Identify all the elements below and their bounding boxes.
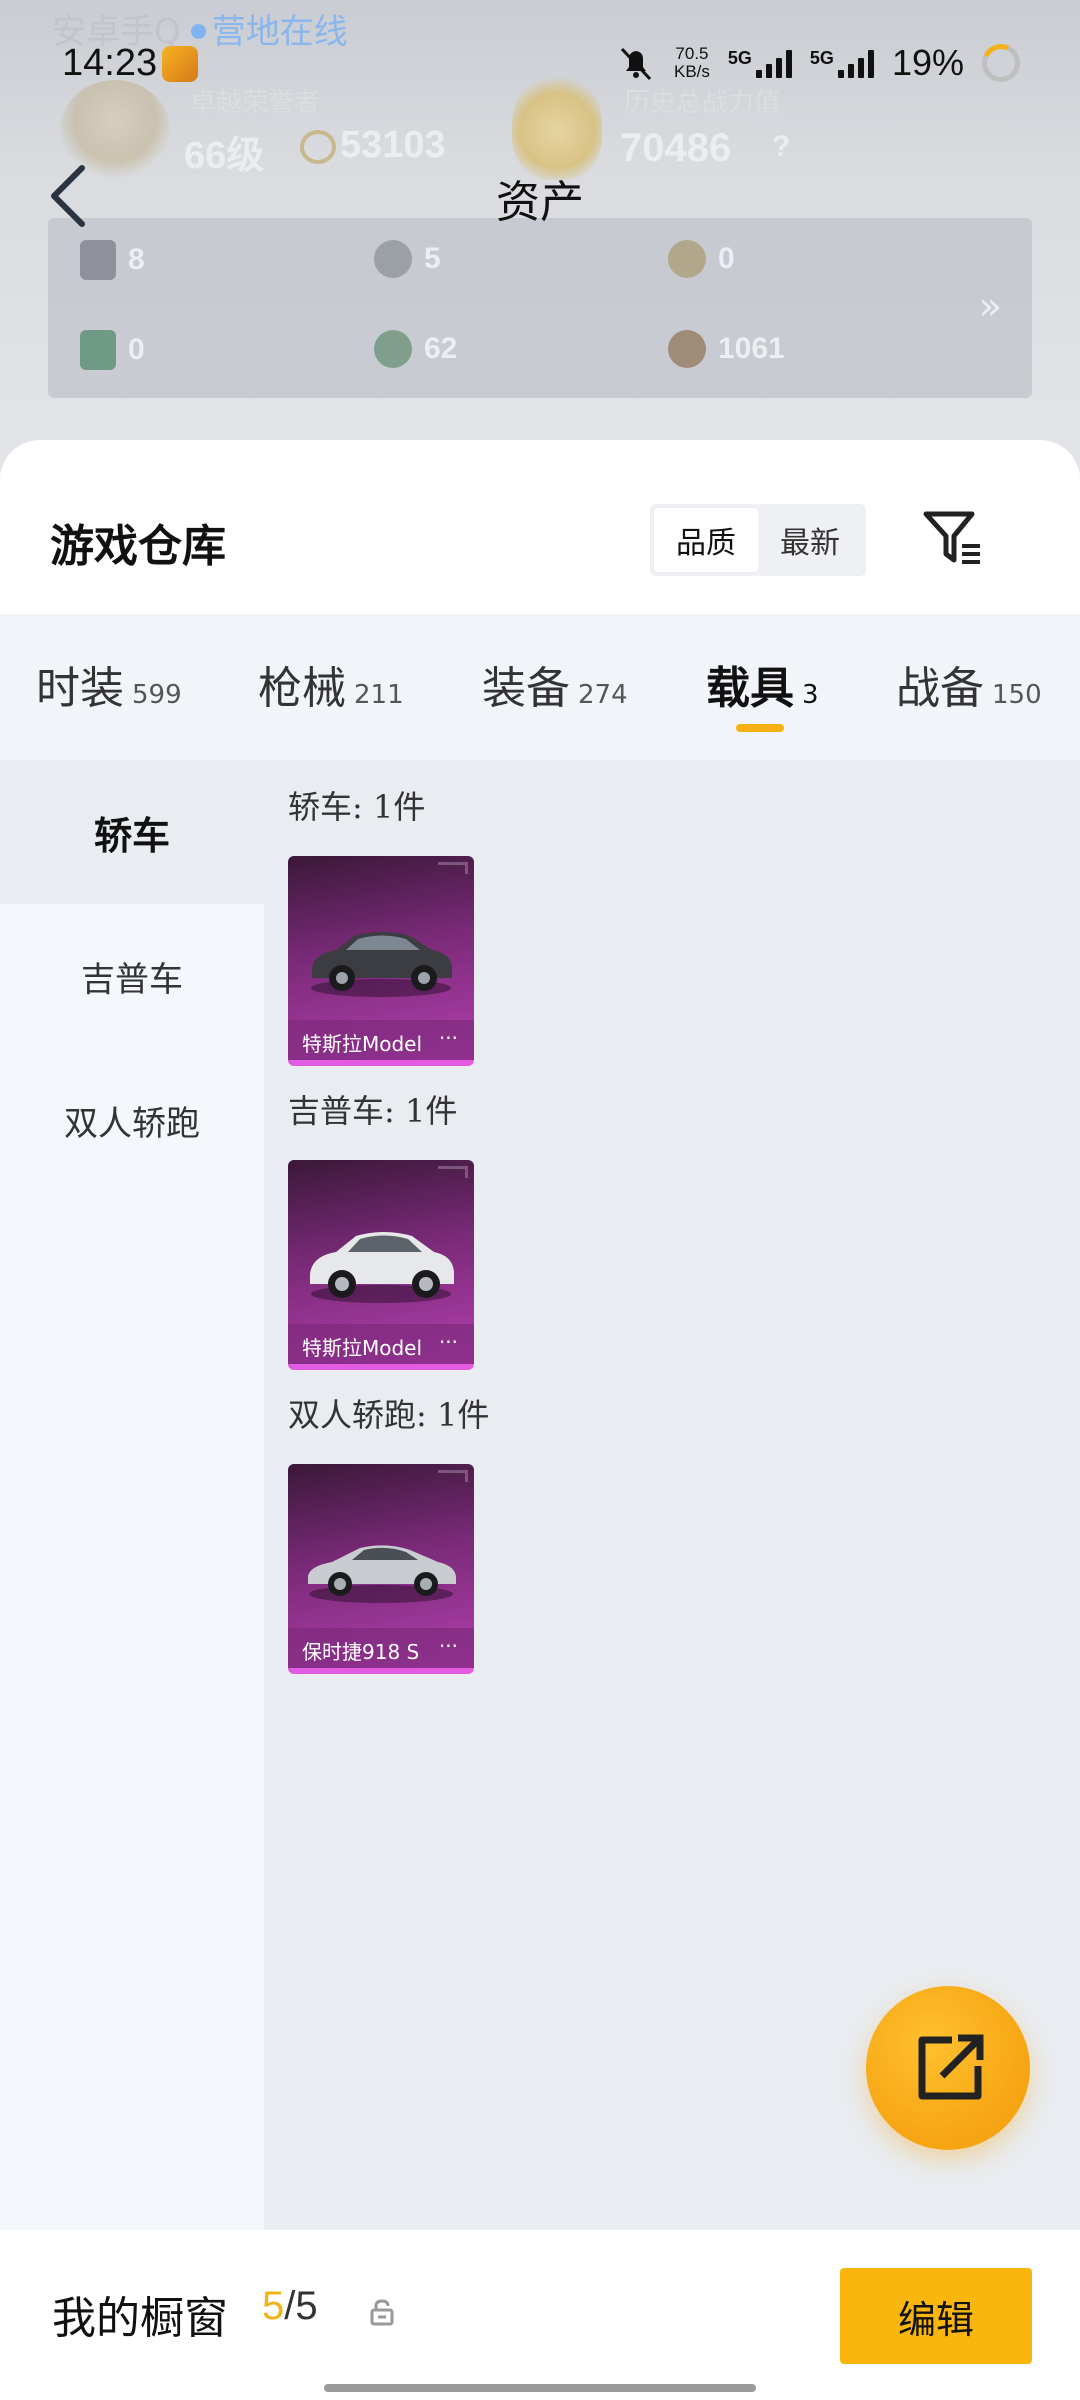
- app-notification-icon: [162, 46, 198, 82]
- asset-item[interactable]: 8: [80, 240, 145, 280]
- gem-icon: [374, 330, 412, 368]
- sort-toggle[interactable]: 品质 最新: [650, 504, 866, 576]
- sort-latest-option[interactable]: 最新: [758, 508, 862, 572]
- home-indicator[interactable]: [324, 2384, 756, 2392]
- net-speed-unit: KB/s: [674, 62, 710, 81]
- tab-count: 274: [578, 680, 628, 710]
- warehouse-title: 游戏仓库: [50, 521, 226, 572]
- group-title-sedan: 轿车: 1件: [288, 788, 426, 826]
- tab-label: 枪械: [258, 663, 346, 714]
- tab-count: 599: [132, 680, 182, 710]
- sidebar-item-jeep[interactable]: 吉普车: [0, 904, 264, 1048]
- battery-icon: [976, 38, 1026, 88]
- tab-label: 时装: [36, 663, 124, 714]
- help-icon[interactable]: ?: [772, 130, 790, 164]
- tab-count: 3: [802, 680, 819, 710]
- tab-fashion[interactable]: 时装 599: [36, 652, 182, 716]
- sim2-network-type: 5G: [809, 48, 834, 68]
- asset-value: 8: [128, 243, 145, 276]
- card-corner-decoration: [438, 1470, 468, 1482]
- sort-quality-option[interactable]: 品质: [654, 508, 758, 572]
- asset-value: 5: [424, 242, 441, 275]
- net-speed-value: 70.5: [675, 44, 709, 63]
- medal-icon: [668, 240, 706, 278]
- system-status-bar: 14:23 70.5 KB/s 5G 5G 19%: [0, 30, 1080, 100]
- car-image-icon: [311, 932, 452, 997]
- battery-percent: 19%: [891, 42, 964, 83]
- vehicle-name: 特斯拉Model: [288, 1324, 474, 1364]
- share-button[interactable]: [866, 1986, 1030, 2150]
- sidebar-item-coupe[interactable]: 双人轿跑: [0, 1048, 264, 1192]
- sim2-signal: 5G: [810, 48, 874, 78]
- tab-label: 战备: [896, 663, 984, 714]
- tab-label: 装备: [482, 663, 570, 714]
- tab-firearms[interactable]: 枪械 211: [258, 652, 404, 716]
- asset-value: 1061: [718, 332, 785, 365]
- card-icon: [80, 240, 116, 280]
- group-title-coupe: 双人轿跑: 1件: [288, 1396, 490, 1434]
- sim1-network-type: 5G: [727, 48, 752, 68]
- share-external-icon: [918, 2034, 984, 2100]
- edit-button[interactable]: 编辑: [840, 2268, 1032, 2364]
- showcase-current: 5: [262, 2284, 285, 2328]
- card-corner-decoration: [438, 1166, 468, 1178]
- rank-points-icon: [300, 130, 336, 164]
- asset-item[interactable]: 1061: [668, 330, 785, 368]
- showcase-total: /5: [284, 2284, 318, 2328]
- asset-value: 62: [424, 332, 458, 365]
- filter-icon[interactable]: [922, 508, 984, 568]
- power-value: 70486: [620, 126, 732, 170]
- page-title: 资产: [496, 177, 584, 228]
- signal-bars-icon: [755, 48, 792, 78]
- signal-bars-icon: [837, 48, 874, 78]
- ticket-icon: [80, 330, 116, 370]
- showcase-title: 我的橱窗: [52, 2293, 228, 2344]
- sim1-signal: 5G: [728, 48, 792, 78]
- tab-battle-prep[interactable]: 战备 150: [896, 652, 1042, 716]
- more-assets-icon[interactable]: »: [979, 284, 1002, 328]
- tab-count: 211: [354, 680, 404, 710]
- vehicle-name: 特斯拉Model: [288, 1020, 474, 1060]
- active-tab-indicator: [736, 724, 784, 732]
- vehicle-card[interactable]: 特斯拉Model: [288, 1160, 474, 1370]
- lock-icon: [370, 2299, 394, 2326]
- car-image-icon: [310, 1232, 454, 1303]
- rank-points: 53103: [340, 124, 446, 166]
- tab-equipment[interactable]: 装备 274: [482, 652, 628, 716]
- showcase-count: 5/5: [262, 2284, 318, 2329]
- bronze-icon: [668, 330, 706, 368]
- asset-item[interactable]: 0: [668, 240, 735, 278]
- mute-bell-icon: [620, 47, 652, 81]
- category-tabs: 时装 599 枪械 211 装备 274 载具 3 战备 150: [0, 614, 1080, 760]
- asset-item[interactable]: 5: [374, 240, 441, 278]
- network-speed: 70.5 KB/s: [674, 45, 710, 81]
- vehicle-type-sidebar: 轿车 吉普车 双人轿跑: [0, 760, 264, 2230]
- tab-label: 载具: [706, 663, 794, 714]
- vehicle-card[interactable]: 保时捷918 S: [288, 1464, 474, 1674]
- asset-item[interactable]: 0: [80, 330, 145, 370]
- coin-icon: [374, 240, 412, 278]
- asset-item[interactable]: 62: [374, 330, 457, 368]
- asset-panel[interactable]: 8 5 0 0 62 1061 »: [48, 218, 1032, 398]
- vehicle-card[interactable]: 特斯拉Model: [288, 856, 474, 1066]
- showcase-bar: 我的橱窗 5/5 编辑: [0, 2232, 1080, 2400]
- tab-vehicles[interactable]: 载具 3: [706, 652, 819, 716]
- group-title-jeep: 吉普车: 1件: [288, 1092, 458, 1130]
- asset-value: 0: [718, 242, 735, 275]
- sidebar-item-sedan[interactable]: 轿车: [0, 760, 264, 904]
- clock: 14:23: [62, 42, 158, 84]
- vehicle-name: 保时捷918 S: [288, 1628, 474, 1668]
- tab-count: 150: [992, 680, 1042, 710]
- car-image-icon: [308, 1545, 456, 1603]
- card-corner-decoration: [438, 862, 468, 874]
- asset-value: 0: [128, 333, 145, 366]
